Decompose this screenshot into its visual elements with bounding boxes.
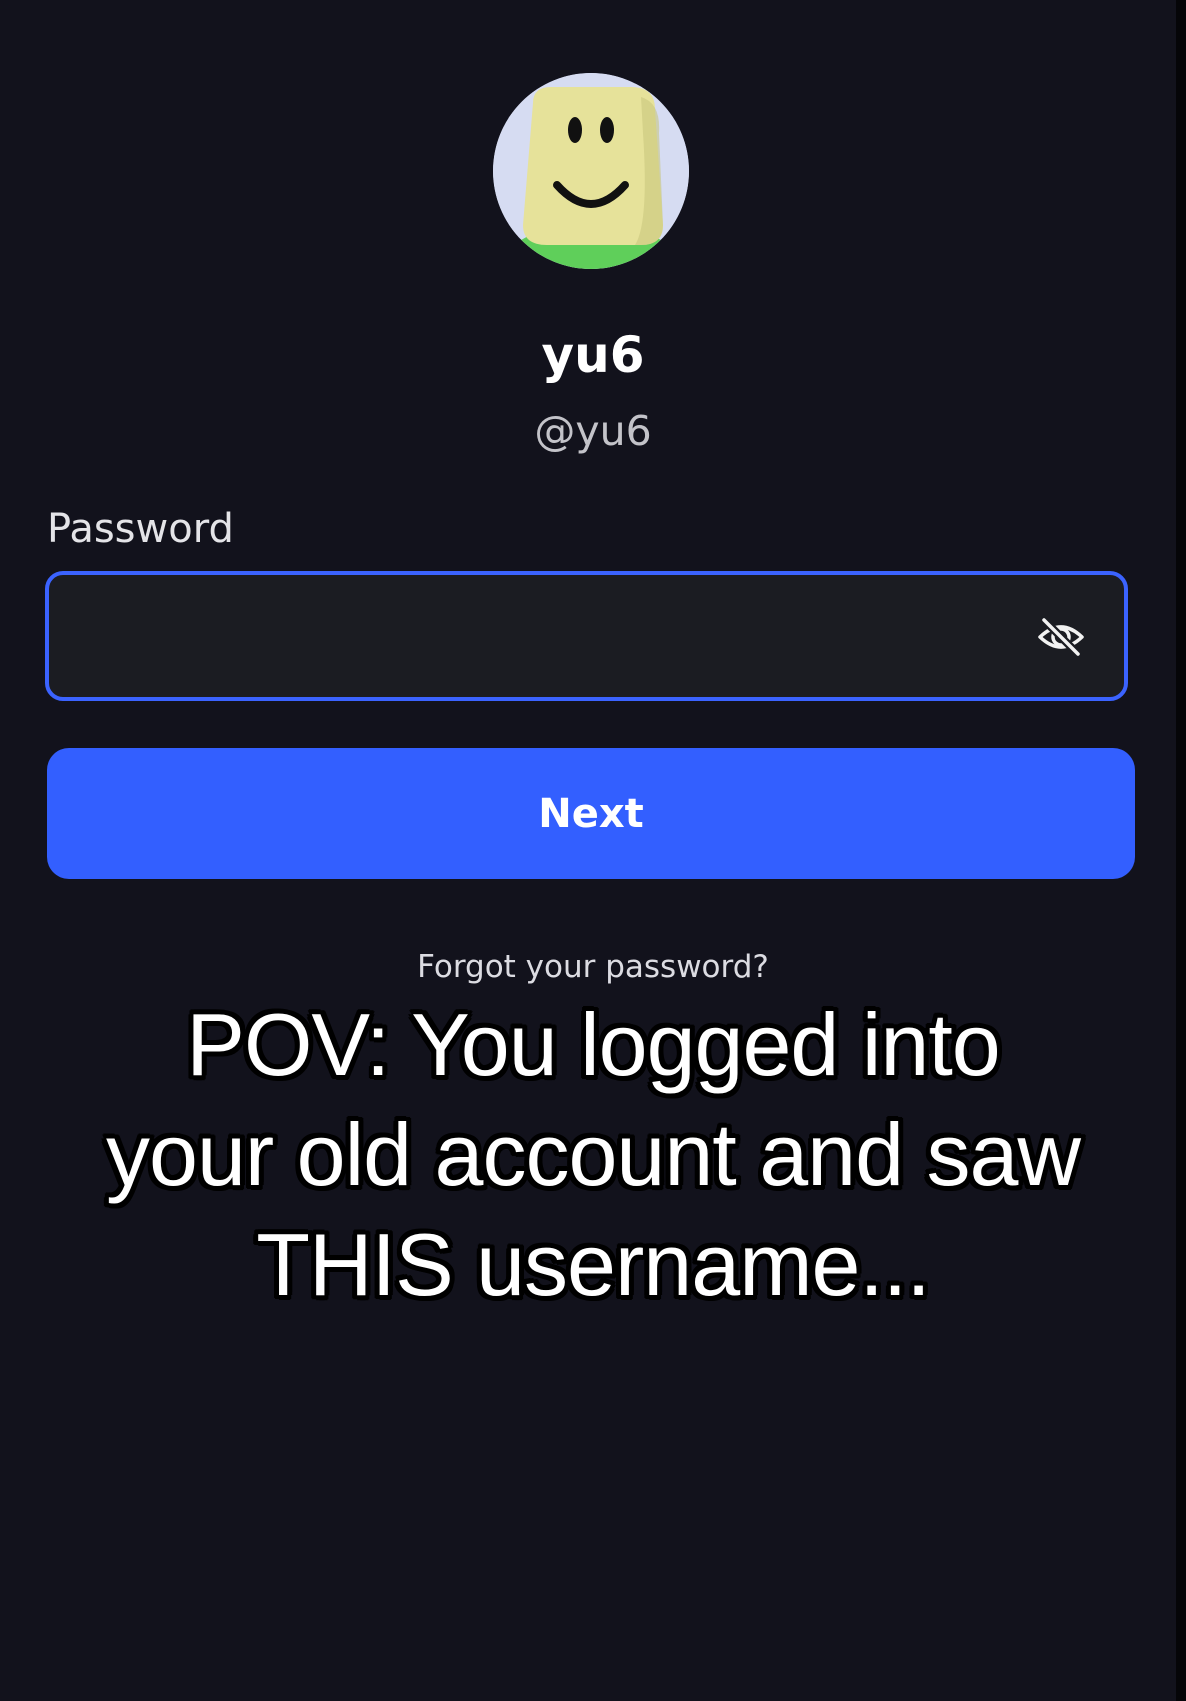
display-name: yu6 bbox=[541, 326, 645, 384]
caption-overlay: POV: You logged into your old account an… bbox=[20, 990, 1166, 1320]
username-handle: @yu6 bbox=[534, 407, 652, 455]
password-input[interactable] bbox=[69, 595, 993, 679]
eye-off-icon[interactable] bbox=[1035, 611, 1087, 663]
login-screen: yu6 @yu6 Password Next Forgot your passw… bbox=[0, 0, 1186, 1701]
password-field[interactable] bbox=[45, 571, 1128, 701]
caption-line: POV: You logged into bbox=[186, 995, 1000, 1094]
caption-line: your old account and saw bbox=[106, 1105, 1081, 1204]
next-button[interactable]: Next bbox=[47, 748, 1135, 879]
password-label: Password bbox=[47, 506, 234, 552]
smiley-avatar-icon bbox=[493, 73, 689, 269]
screen-edge bbox=[1176, 0, 1186, 1701]
avatar bbox=[493, 73, 689, 269]
caption-line: THIS username... bbox=[256, 1215, 931, 1314]
forgot-password-link[interactable]: Forgot your password? bbox=[0, 949, 1186, 985]
